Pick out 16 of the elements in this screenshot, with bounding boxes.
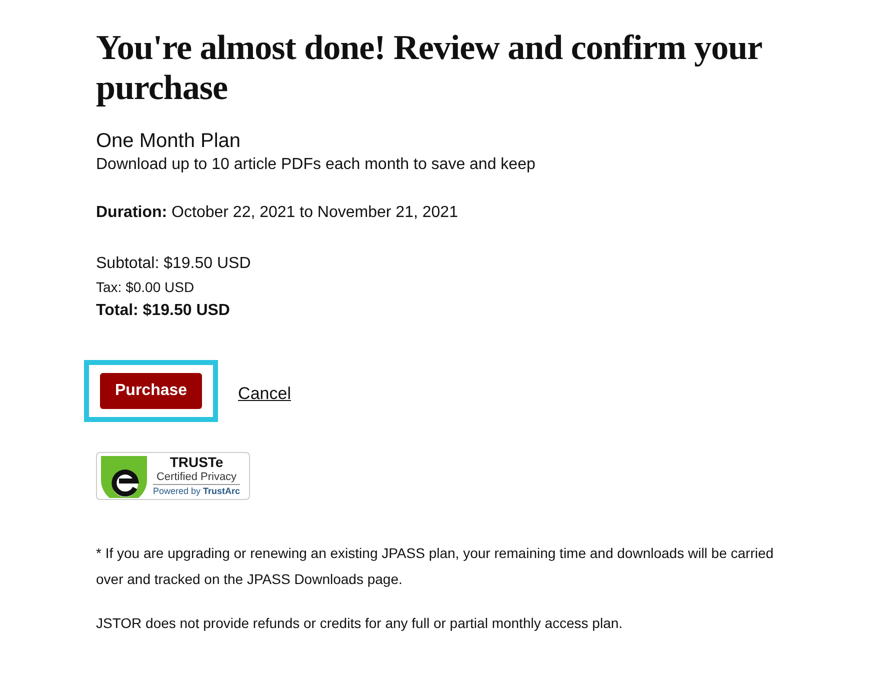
badge-powered-by: Powered by TrustArc [153, 484, 240, 497]
total-text: Total: $19.50 USD [96, 301, 231, 321]
privacy-badge[interactable]: TRUSTe Certified Privacy Powered by TrustArc [96, 452, 250, 500]
plan-name: One Month Plan [96, 129, 242, 154]
purchase-button[interactable]: Purchase [100, 373, 202, 409]
subtotal-text: Subtotal: $19.50 USD [96, 254, 252, 274]
cancel-link[interactable]: Cancel [238, 384, 291, 404]
tax-text: Tax: $0.00 USD [96, 278, 196, 297]
note-text: JSTOR does not provide refunds or credits for any full or partial monthly access plan. [96, 614, 624, 633]
page-heading: You're almost done! Review and confirm your purchase [96, 28, 763, 108]
badge-subtitle: Certified Privacy [156, 470, 237, 484]
duration-text: Duration: October 22, 2021 to November 21, 2021 [96, 204, 459, 222]
note-text: * If you are upgrading or renewing an existing JPASS plan, your remaining time and downloads will be carried over and tracked on the JPASS Downloads page. [96, 544, 775, 589]
plan-description: Download up to 10 article PDFs each month to save and keep [96, 155, 536, 175]
badge-title: TRUSTe [170, 455, 224, 470]
seal-logo-icon [99, 454, 149, 498]
